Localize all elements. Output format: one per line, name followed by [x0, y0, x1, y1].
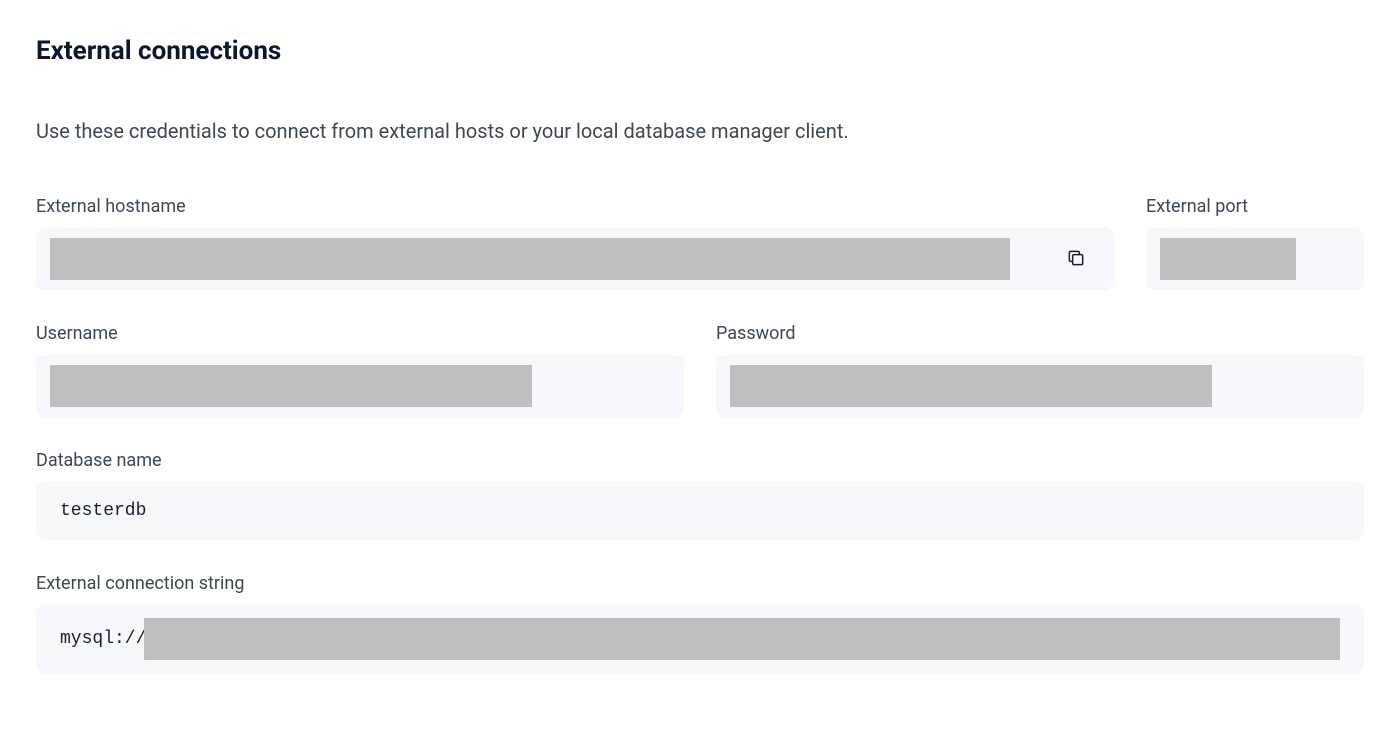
database-name-value-box: testerdb	[36, 481, 1364, 541]
external-port-value[interactable]	[1160, 238, 1296, 280]
page-description: Use these credentials to connect from ex…	[36, 114, 916, 148]
username-label: Username	[36, 323, 684, 344]
connection-string-value-box: mysql://	[36, 604, 1364, 674]
field-connection-string: External connection string mysql://	[36, 573, 1364, 674]
username-value-box	[36, 354, 684, 418]
row-connection-string: External connection string mysql://	[36, 573, 1364, 674]
password-value-box	[716, 354, 1364, 418]
row-database-name: Database name testerdb	[36, 450, 1364, 541]
connection-string-prefix[interactable]: mysql://	[60, 629, 146, 649]
page-title: External connections	[36, 36, 1364, 66]
field-database-name: Database name testerdb	[36, 450, 1364, 541]
connection-string-label: External connection string	[36, 573, 1364, 594]
external-port-label: External port	[1146, 196, 1364, 217]
password-label: Password	[716, 323, 1364, 344]
copy-icon	[1066, 248, 1086, 271]
external-hostname-value[interactable]	[50, 238, 1010, 280]
external-hostname-value-box	[36, 227, 1114, 291]
field-external-port: External port	[1146, 196, 1364, 291]
database-name-value[interactable]: testerdb	[60, 501, 146, 521]
field-external-hostname: External hostname	[36, 196, 1114, 291]
field-username: Username	[36, 323, 684, 418]
connection-string-value[interactable]	[144, 618, 1340, 660]
external-hostname-label: External hostname	[36, 196, 1114, 217]
database-name-label: Database name	[36, 450, 1364, 471]
password-value[interactable]	[730, 365, 1212, 407]
username-value[interactable]	[50, 365, 532, 407]
field-password: Password	[716, 323, 1364, 418]
row-hostname-port: External hostname External port	[36, 196, 1364, 291]
copy-hostname-button[interactable]	[1052, 239, 1100, 279]
row-username-password: Username Password	[36, 323, 1364, 418]
external-port-value-box	[1146, 227, 1364, 291]
